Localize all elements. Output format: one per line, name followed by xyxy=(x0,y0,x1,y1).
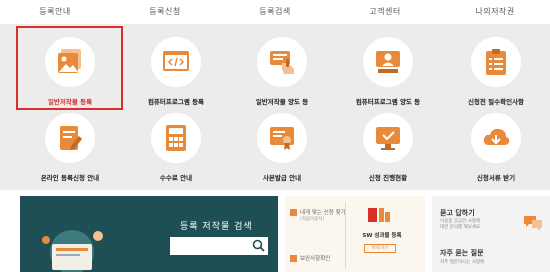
tile-circle xyxy=(45,113,95,163)
nav-registration-search[interactable]: 등록검색 xyxy=(220,0,330,24)
sw-registration-label: SW 성과물 등록 xyxy=(362,233,402,239)
sw-shortcut-button[interactable]: 바로가기 xyxy=(364,244,396,253)
tile-application-forms-download[interactable]: 신청서류 받기 xyxy=(443,113,549,182)
nav-registration-guide[interactable]: 등록안내 xyxy=(0,0,110,24)
find-application-sub: (처음이용자) xyxy=(300,217,325,222)
transfer-hand-icon xyxy=(270,51,294,74)
divider xyxy=(345,202,346,268)
quick-links-panel: 내게 맞는 신청 찾기 (처음이용자) 보완사항확인 SW 성과물 등록 바로가… xyxy=(285,196,425,272)
tile-circle xyxy=(471,37,521,87)
tile-circle xyxy=(471,113,521,163)
tile-label: 컴퓨터프로그램 양도 등 xyxy=(355,98,421,106)
tile-circle xyxy=(363,113,413,163)
code-window-icon xyxy=(163,51,189,71)
sw-logo-icon xyxy=(368,208,390,222)
qa-title[interactable]: 묻고 답하기 xyxy=(440,208,475,218)
top-nav: 등록안내 등록신청 등록검색 고객센터 나의저작권 xyxy=(0,0,550,24)
clipboard-icon xyxy=(486,49,506,75)
tile-label: 컴퓨터프로그램 등록 xyxy=(147,98,205,106)
tile-circle xyxy=(151,113,201,163)
nav-my-copyright[interactable]: 나의저작권 xyxy=(440,0,550,24)
tile-label: 사본발급 안내 xyxy=(262,174,302,182)
tile-label: 수수료 안내 xyxy=(159,174,193,182)
search-title: 등록 저작물 검색 xyxy=(180,222,253,232)
calculator-icon xyxy=(166,125,186,151)
registered-work-search-panel xyxy=(20,196,278,272)
search-input[interactable] xyxy=(170,237,268,255)
edit-document-icon xyxy=(60,126,82,150)
tile-label: 신청전 필수확인사항 xyxy=(467,98,525,106)
nav-customer-center[interactable]: 고객센터 xyxy=(330,0,440,24)
books-illustration-icon xyxy=(42,230,103,272)
supplement-check-link[interactable]: 보완사항확인 xyxy=(290,254,330,262)
cloud-download-icon xyxy=(483,128,510,145)
tile-application-status[interactable]: 신청 진행현황 xyxy=(335,113,441,182)
tile-circle xyxy=(151,37,201,87)
tile-program-registration[interactable]: 컴퓨터프로그램 등록 xyxy=(123,37,229,106)
tile-circle xyxy=(363,37,413,87)
tile-circle xyxy=(257,37,307,87)
faq-subtitle: 자주 질문하시는 사항에 xyxy=(440,260,485,265)
certificate-icon xyxy=(270,127,294,150)
clipboard-small-icon xyxy=(290,255,297,262)
tile-fee-guide[interactable]: 수수료 안내 xyxy=(123,113,229,182)
monitor-check-icon xyxy=(376,127,400,150)
tile-label: 온라인 등록신청 안내 xyxy=(40,174,100,182)
tile-label: 일반저작물 양도 등 xyxy=(255,98,309,106)
faq-title[interactable]: 자주 묻는 질문 xyxy=(440,248,484,258)
presenter-icon xyxy=(376,51,400,73)
tile-copy-issuance-guide[interactable]: 사본발급 안내 xyxy=(229,113,335,182)
tile-label: 신청 진행현황 xyxy=(368,174,408,182)
search-icon[interactable] xyxy=(252,239,265,252)
tile-label: 신청서류 받기 xyxy=(476,174,516,182)
qa-subtitle: 이용중 궁금한 사항에 대한 문의를 해보세요 xyxy=(440,219,481,230)
help-panel: 묻고 답하기 이용중 궁금한 사항에 대한 문의를 해보세요 자주 묻는 질문 자… xyxy=(432,196,550,272)
tile-pre-application-checklist[interactable]: 신청전 필수확인사항 xyxy=(443,37,549,106)
nav-registration-apply[interactable]: 등록신청 xyxy=(110,0,220,24)
tile-program-transfer[interactable]: 컴퓨터프로그램 양도 등 xyxy=(335,37,441,106)
chat-bubble-icon xyxy=(524,216,542,231)
selection-highlight xyxy=(16,26,123,110)
tile-general-work-transfer[interactable]: 일반저작물 양도 등 xyxy=(229,37,335,106)
checkbox-icon xyxy=(290,209,297,216)
tile-circle xyxy=(257,113,307,163)
tile-online-application-guide[interactable]: 온라인 등록신청 안내 xyxy=(17,113,123,182)
find-application-link[interactable]: 내게 맞는 신청 찾기 xyxy=(290,208,346,216)
